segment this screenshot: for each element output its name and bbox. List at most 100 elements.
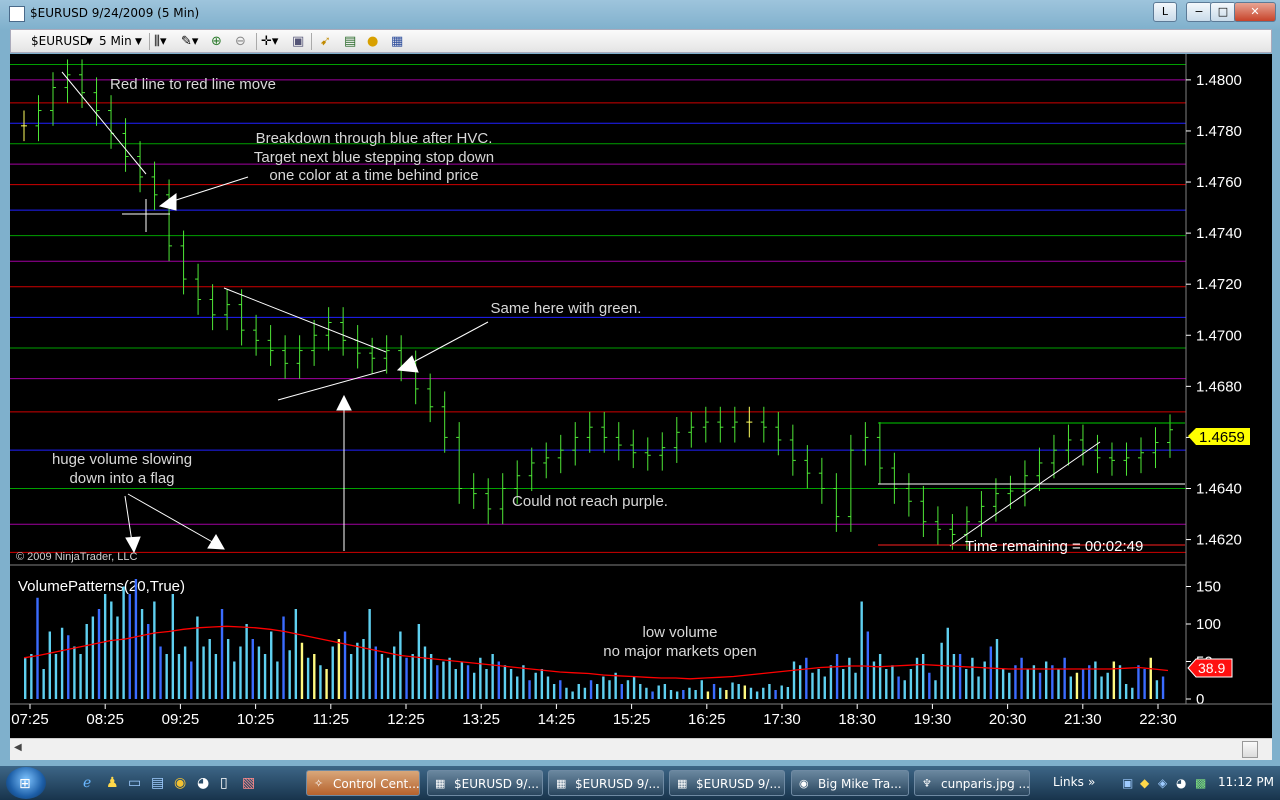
volume-bar	[165, 654, 168, 699]
chrome-icon: ◉	[799, 777, 809, 790]
volume-bar	[829, 665, 833, 699]
price-chart[interactable]: Red line to red line move Breakdown thro…	[10, 54, 1272, 738]
price-bar	[224, 289, 231, 331]
strategy-icon[interactable]: ➹	[320, 35, 331, 49]
price-bar	[833, 473, 840, 532]
volume-bar	[257, 646, 261, 699]
volume-bar	[122, 586, 125, 699]
ie-icon[interactable]: ℯ	[83, 775, 91, 791]
taskbar-item-image[interactable]: ♆ cunparis.jpg ...	[914, 770, 1030, 796]
chart-icon[interactable]: ▤	[344, 35, 356, 49]
window-switcher-icon[interactable]: ▤	[151, 775, 164, 791]
volume-bar	[159, 646, 162, 699]
taskbar-item-chart-1[interactable]: ▦ $EURUSD 9/...	[427, 770, 543, 796]
volume-bar	[30, 654, 33, 699]
chart-annotation: no major markets open	[603, 643, 756, 660]
price-bar	[79, 59, 86, 108]
data-box-icon[interactable]: ▦	[391, 35, 403, 49]
chevron-down-icon[interactable]: ▼	[135, 37, 142, 47]
taskbar-item-chart-2[interactable]: ▦ $EURUSD 9/...	[548, 770, 664, 796]
volume-bar	[405, 657, 408, 699]
draw-tools-icon[interactable]: ✎▾	[181, 35, 198, 49]
image-icon[interactable]: ▧	[242, 775, 255, 791]
interval-selector[interactable]: 5 Min	[99, 34, 132, 48]
volume-bar	[669, 690, 673, 699]
chrome-icon[interactable]: ◉	[174, 775, 186, 791]
currency-icon[interactable]: ●	[367, 35, 378, 49]
scroll-left-icon[interactable]: ◀	[14, 742, 22, 753]
close-button[interactable]: ✕	[1234, 2, 1276, 22]
volume-bar	[183, 646, 187, 699]
volume-bar	[688, 687, 691, 699]
volume-icon[interactable]: ◈	[1158, 776, 1167, 790]
taskbar-item-label: $EURUSD 9/...	[454, 777, 539, 791]
volume-bar	[540, 669, 544, 699]
chevron-right-icon[interactable]: »	[1088, 775, 1095, 789]
toolbar-divider	[311, 33, 312, 50]
volume-bar	[343, 631, 347, 699]
volume-bar	[1032, 665, 1036, 699]
volume-bar	[848, 657, 851, 699]
start-button[interactable]: ⊞	[6, 767, 46, 799]
volume-bar	[1106, 672, 1109, 699]
chevron-down-icon[interactable]: ▼	[86, 37, 93, 47]
chart-window-icon: ▦	[677, 777, 688, 790]
maximize-button[interactable]: □	[1210, 2, 1236, 22]
chart-area[interactable]: Red line to red line move Breakdown thro…	[10, 54, 1272, 738]
volume-bar	[737, 684, 740, 699]
volume-bar	[196, 616, 199, 699]
crosshair-icon[interactable]: ✛▾	[261, 35, 278, 49]
links-toolbar[interactable]: Links	[1053, 775, 1084, 789]
chart-annotation: down into a flag	[69, 470, 174, 487]
price-bar	[383, 335, 390, 374]
volume-bar	[602, 676, 605, 699]
horizontal-scrollbar[interactable]: ◀	[10, 738, 1272, 760]
properties-icon[interactable]: ▣	[292, 35, 304, 49]
app-tray-icon[interactable]: ◕	[1176, 776, 1186, 790]
document-icon[interactable]: ▯	[220, 775, 228, 791]
price-bar	[267, 325, 274, 366]
volume-bar	[503, 665, 507, 699]
volume-bar	[565, 687, 568, 699]
volume-bar	[509, 669, 513, 699]
taskbar-item-control-center[interactable]: ✧ Control Cent...	[306, 770, 420, 796]
volume-bar	[103, 594, 107, 699]
volume-bar	[356, 642, 359, 699]
price-bar	[1021, 460, 1028, 507]
price-bar	[876, 422, 883, 484]
zoom-out-icon[interactable]: ⊖	[235, 35, 246, 49]
volume-bar	[368, 609, 371, 699]
volume-bar	[842, 669, 845, 699]
volume-bar	[313, 654, 316, 699]
instrument-selector[interactable]: $EURUSD	[31, 34, 89, 48]
price-bar	[586, 411, 593, 453]
price-bar	[818, 457, 825, 504]
clock[interactable]: 11:12 PM	[1218, 775, 1274, 789]
messenger-icon[interactable]: ♟	[106, 775, 119, 791]
volume-bar	[485, 669, 488, 699]
taskbar-item-browser[interactable]: ◉ Big Mike Tra...	[791, 770, 909, 796]
volume-bar	[712, 684, 716, 699]
security-icon[interactable]: ▩	[1195, 776, 1206, 790]
chart-annotation: one color at a time behind price	[269, 167, 478, 184]
bar-style-icon[interactable]: ⫼▾	[154, 35, 167, 49]
volume-bar	[577, 684, 580, 699]
scrollbar-thumb[interactable]	[1242, 741, 1258, 758]
volume-bar	[608, 680, 611, 699]
help-button[interactable]: L	[1153, 2, 1177, 22]
app-icon[interactable]: ◕	[197, 775, 209, 791]
price-bar	[485, 478, 492, 525]
volume-bar	[805, 657, 808, 699]
minimize-button[interactable]: −	[1186, 2, 1212, 22]
shield-icon[interactable]: ◆	[1140, 776, 1149, 790]
desktop-icon[interactable]: ▭	[128, 775, 141, 791]
taskbar-item-chart-3[interactable]: ▦ $EURUSD 9/...	[669, 770, 785, 796]
network-icon[interactable]: ▣	[1122, 776, 1133, 790]
volume-bar	[534, 672, 537, 699]
volume-bar	[792, 661, 796, 699]
volume-bar	[79, 654, 82, 699]
volume-bar	[700, 680, 703, 699]
volume-bar	[276, 661, 279, 699]
title-bar[interactable]: $EURUSD 9/24/2009 (5 Min) L − □ ✕	[0, 0, 1280, 28]
zoom-in-icon[interactable]: ⊕	[211, 35, 222, 49]
